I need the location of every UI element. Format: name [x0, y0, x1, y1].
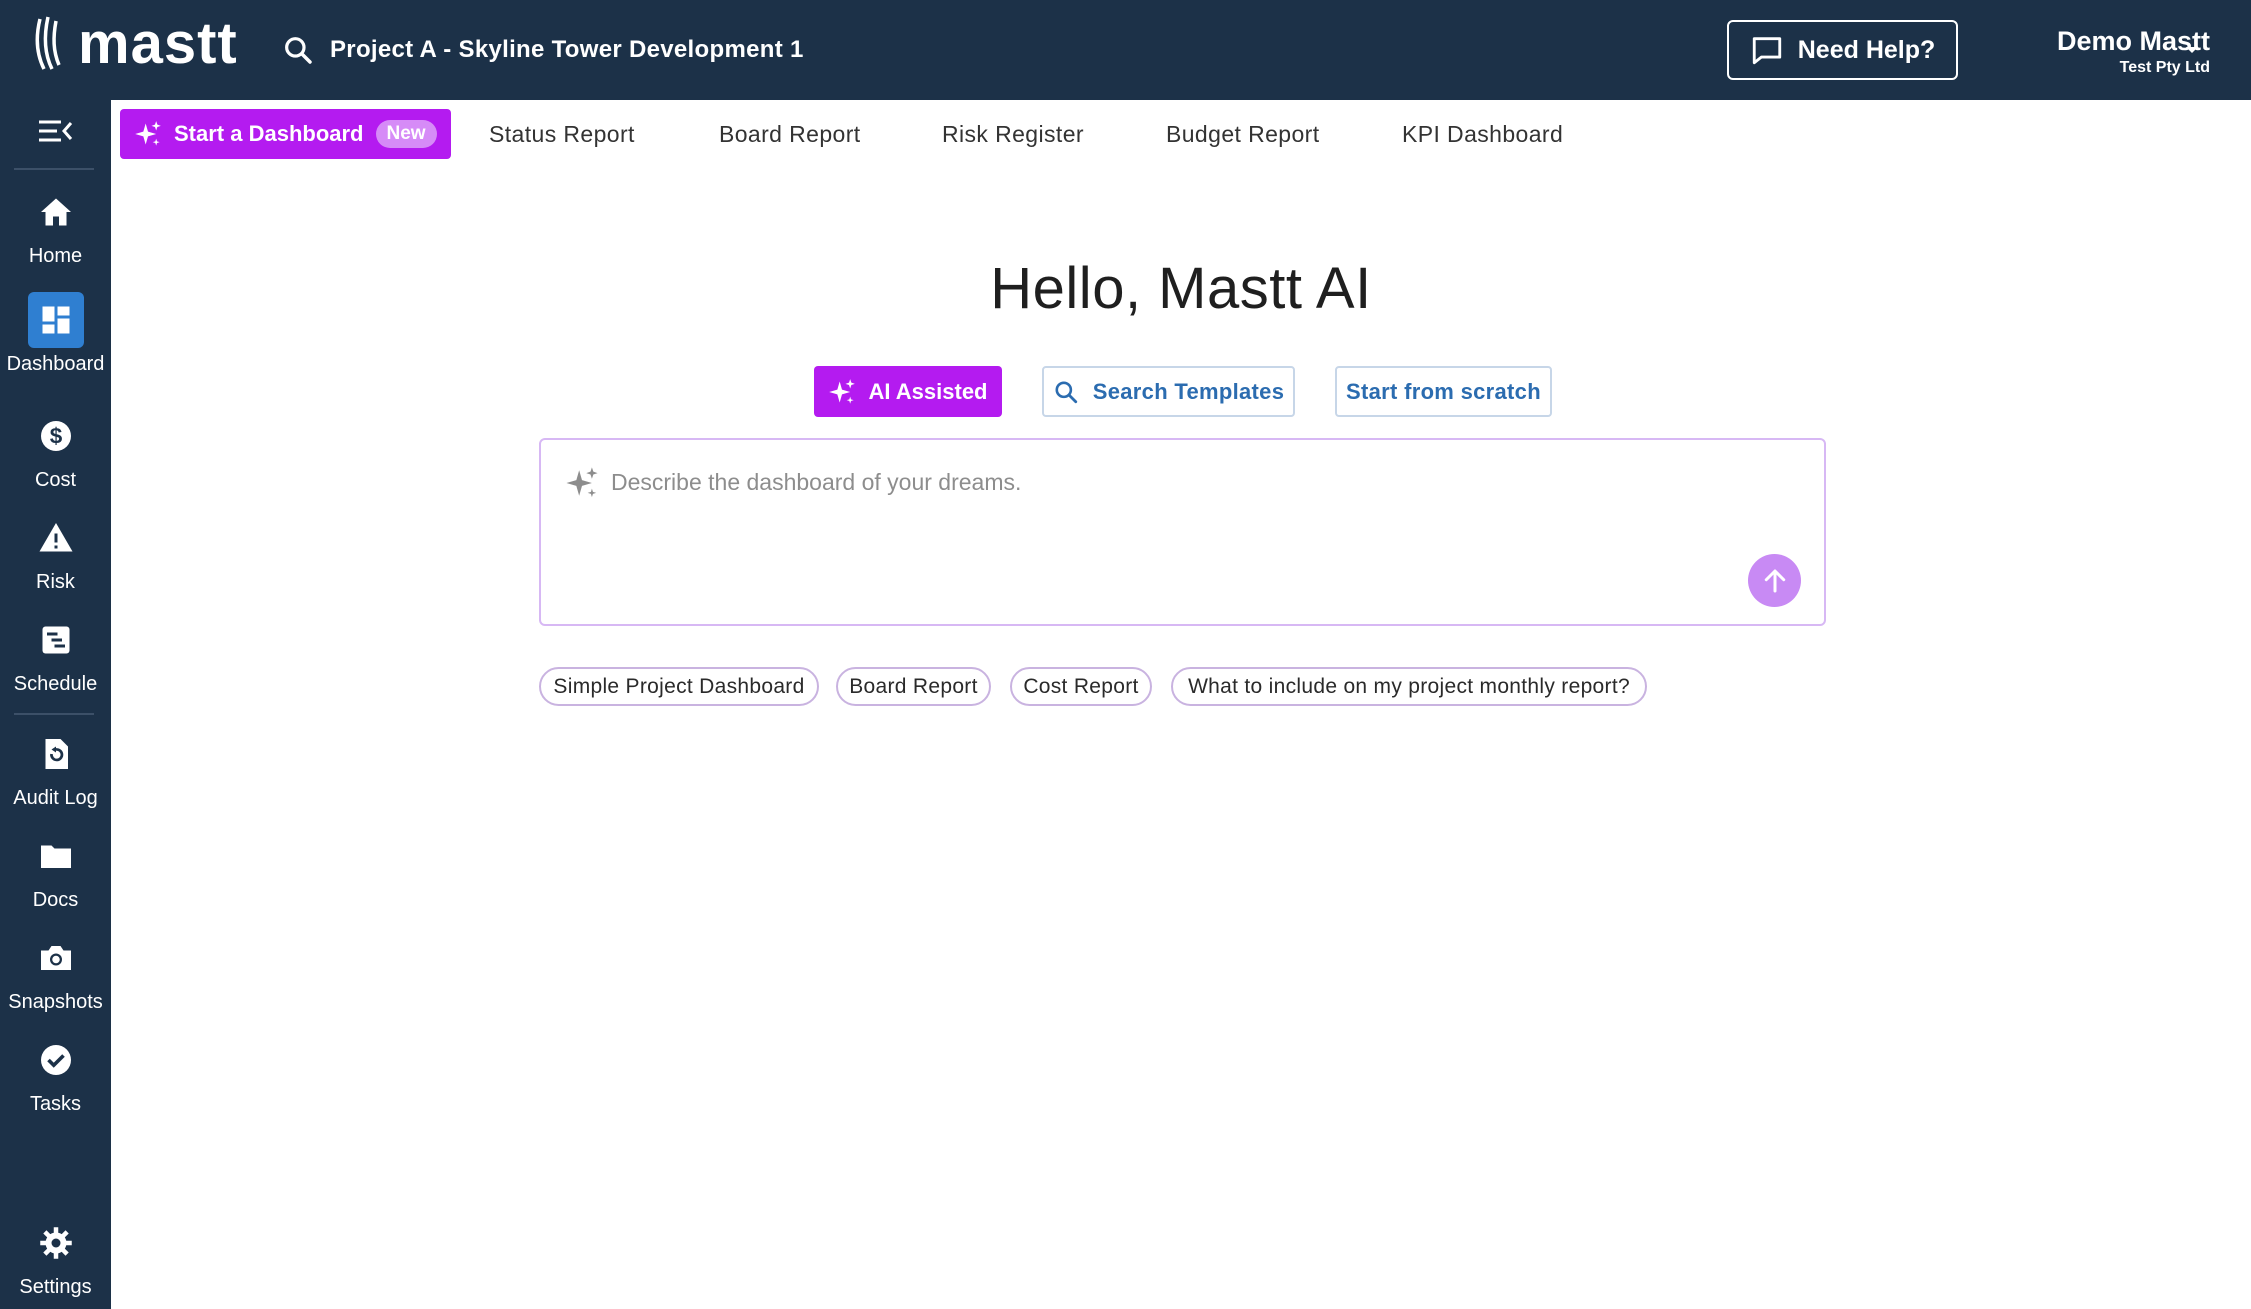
search-icon: [1055, 380, 1077, 403]
sidebar-item-label: Home: [28, 245, 83, 267]
project-name: Project A - Skyline Tower Development 1: [330, 36, 804, 63]
sidebar-item-home[interactable]: Home: [0, 184, 111, 268]
dashboard-icon: [42, 306, 69, 334]
gear-icon: [39, 1227, 72, 1259]
need-help-label: Need Help?: [1797, 35, 1936, 64]
sparkle-icon: [135, 121, 161, 146]
start-from-scratch-button[interactable]: Start from scratch: [1335, 366, 1552, 417]
sidebar-item-dashboard[interactable]: Dashboard: [0, 292, 111, 376]
dollar-icon-wrap: $: [28, 408, 84, 464]
check-circle-icon-wrap: [28, 1032, 84, 1088]
dollar-icon: $: [40, 421, 71, 451]
suggestion-chip-board-report[interactable]: Board Report: [836, 667, 991, 706]
top-bar: mastt Project A - Skyline Tower Developm…: [0, 0, 2251, 100]
suggestion-chip-cost-report[interactable]: Cost Report: [1010, 667, 1152, 706]
ai-assisted-button[interactable]: AI Assisted: [814, 366, 1002, 417]
sidebar-item-risk[interactable]: Risk: [0, 510, 111, 594]
tab-status-report[interactable]: Status Report: [489, 117, 635, 151]
prompt-input[interactable]: [611, 460, 1751, 504]
sidebar-divider: [14, 168, 94, 170]
sidebar-item-label: Settings: [19, 1276, 92, 1298]
tab-kpi-dashboard[interactable]: KPI Dashboard: [1402, 117, 1563, 151]
home-icon-wrap: [28, 184, 84, 240]
suggestion-chip-simple-project-dashboard[interactable]: Simple Project Dashboard: [539, 667, 819, 706]
sidebar-item-label: Audit Log: [13, 787, 98, 809]
user-menu[interactable]: Demo Mastt Test Pty Ltd: [2010, 24, 2210, 78]
search-templates-label: Search Templates: [1092, 378, 1285, 404]
home-icon: [40, 198, 71, 226]
sidebar-item-cost[interactable]: $ Cost: [0, 408, 111, 492]
arrow-up-icon: [1764, 569, 1785, 592]
mastt-logo[interactable]: mastt: [34, 14, 238, 74]
user-org: Test Pty Ltd: [2119, 59, 2210, 76]
sidebar-item-snapshots[interactable]: Snapshots: [0, 930, 111, 1014]
sparkle-icon: [566, 467, 598, 498]
schedule-icon-wrap: [28, 612, 84, 668]
logo-text: mastt: [78, 11, 238, 76]
project-search[interactable]: Project A - Skyline Tower Development 1: [282, 26, 804, 74]
sidebar-item-label: Risk: [36, 571, 75, 593]
audit-log-icon: [45, 739, 68, 769]
schedule-icon: [42, 626, 69, 654]
folder-icon: [40, 845, 71, 868]
app-root: mastt Project A - Skyline Tower Developm…: [0, 0, 2251, 1309]
search-icon: [285, 37, 312, 64]
sidebar-divider: [14, 713, 94, 715]
tab-board-report[interactable]: Board Report: [719, 117, 861, 151]
greeting-title: Hello, Mastt AI: [990, 256, 1372, 321]
camera-icon: [40, 946, 71, 970]
tab-start-dashboard-label: Start a Dashboard: [174, 121, 364, 146]
sidebar-item-label: Tasks: [29, 1093, 82, 1115]
send-button[interactable]: [1748, 554, 1801, 607]
tab-risk-register[interactable]: Risk Register: [942, 117, 1084, 151]
dashboard-icon-wrap: [27, 292, 84, 348]
need-help-button[interactable]: Need Help?: [1727, 20, 1958, 80]
camera-icon-wrap: [28, 930, 84, 986]
caret-down-icon[interactable]: [2182, 43, 2202, 57]
mastt-logo-icon: [35, 16, 61, 70]
folder-icon-wrap: [28, 828, 84, 884]
svg-text:$: $: [49, 424, 62, 449]
chat-icon: [1752, 37, 1781, 65]
sidebar-item-label: Docs: [32, 889, 79, 911]
new-badge: New: [375, 120, 437, 148]
tab-start-dashboard[interactable]: Start a Dashboard New: [120, 109, 451, 159]
tab-budget-report[interactable]: Budget Report: [1166, 117, 1320, 151]
check-circle-icon: [40, 1045, 71, 1075]
sidebar-item-tasks[interactable]: Tasks: [0, 1032, 111, 1116]
prompt-box: [539, 438, 1826, 626]
sidebar-item-docs[interactable]: Docs: [0, 828, 111, 912]
warning-icon: [39, 523, 72, 552]
report-tabs: Start a Dashboard New Status Report Boar…: [111, 100, 2251, 168]
audit-log-icon-wrap: [28, 726, 84, 782]
sidebar-item-label: Cost: [34, 469, 77, 491]
sidebar: Home Dashboard $ Cost Risk Schedule Audi…: [0, 100, 111, 1309]
sidebar-item-schedule[interactable]: Schedule: [0, 612, 111, 696]
sidebar-item-label: Schedule: [13, 673, 98, 695]
search-templates-button[interactable]: Search Templates: [1042, 366, 1295, 417]
sidebar-item-settings[interactable]: Settings: [0, 1215, 111, 1299]
sidebar-item-label: Snapshots: [8, 991, 103, 1013]
sidebar-item-audit-log[interactable]: Audit Log: [0, 726, 111, 810]
sidebar-item-label: Dashboard: [6, 353, 105, 375]
ai-assisted-label: AI Assisted: [868, 378, 988, 404]
suggestion-chip-monthly-report[interactable]: What to include on my project monthly re…: [1171, 667, 1647, 706]
sparkle-icon: [829, 378, 856, 404]
warning-icon-wrap: [28, 510, 84, 566]
collapse-menu-icon[interactable]: [35, 116, 75, 146]
gear-icon-wrap: [28, 1215, 84, 1271]
user-name: Demo Mastt: [2056, 26, 2210, 56]
